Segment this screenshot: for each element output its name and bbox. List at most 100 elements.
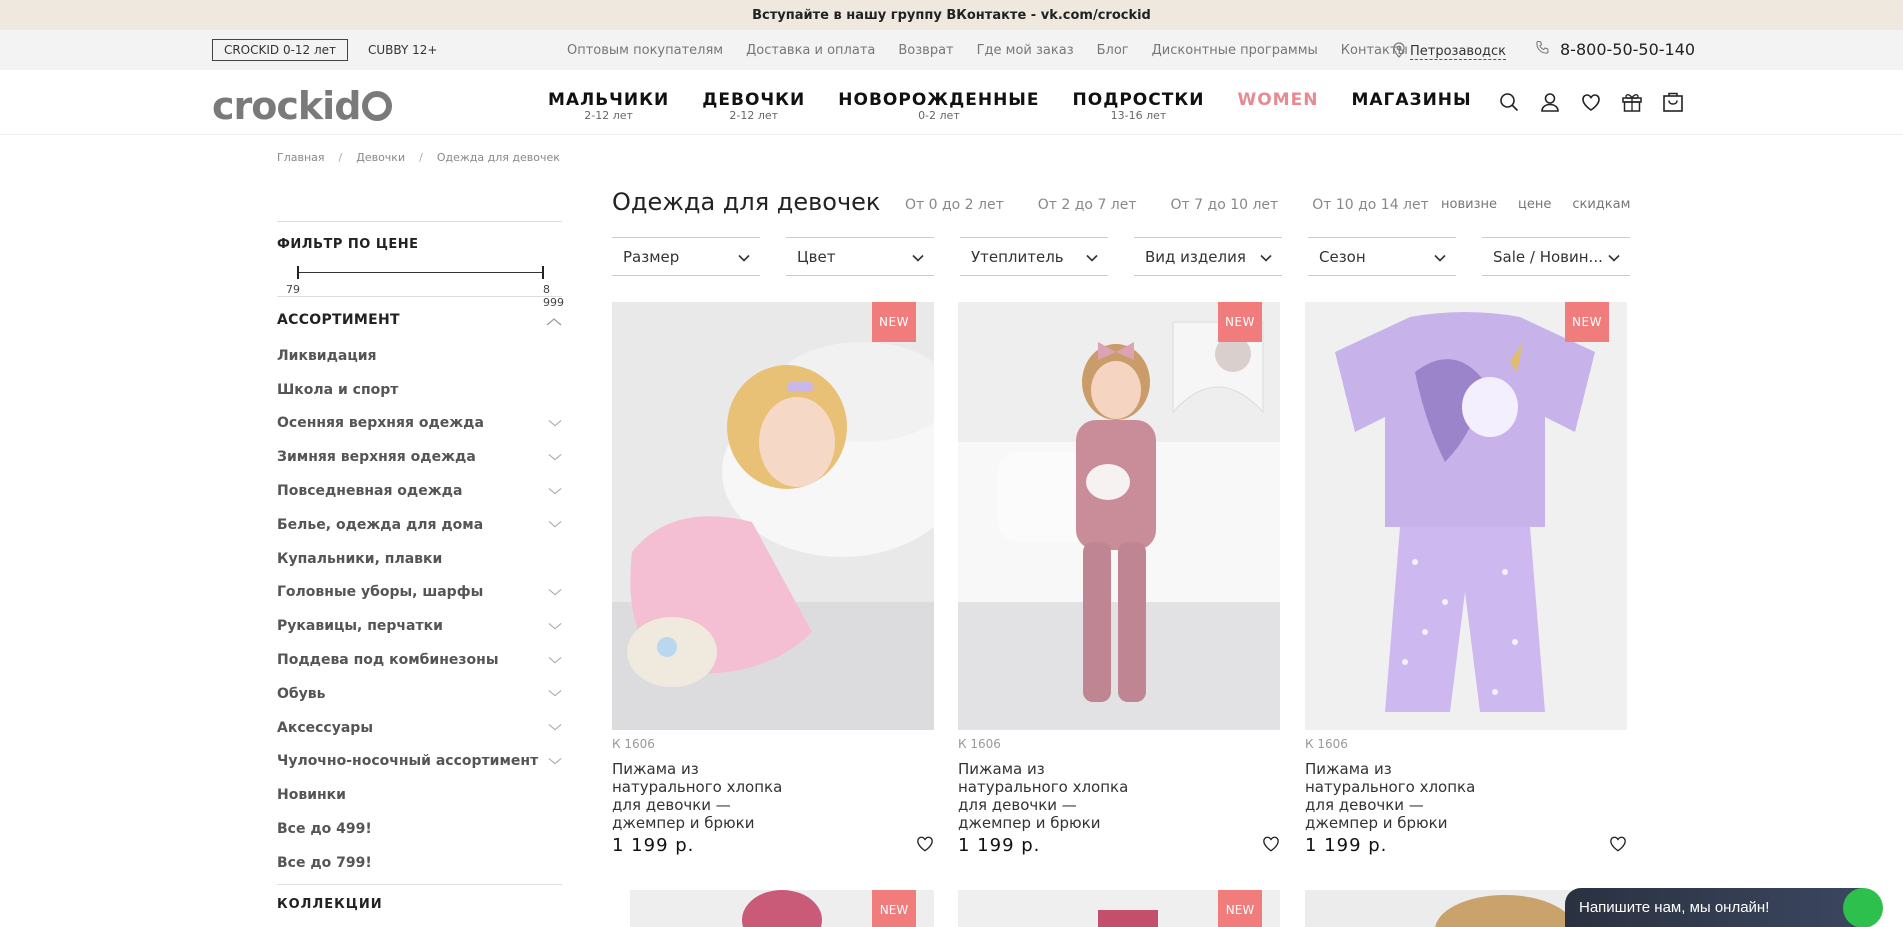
product-card[interactable]: NEW К 1606 Пижама из натурального хлопка… (1305, 302, 1627, 856)
promo-text[interactable]: Вступайте в нашу группу ВКонтакте - vk.c… (752, 8, 1151, 23)
slider-handle-max[interactable] (542, 266, 544, 279)
heart-icon[interactable] (1579, 90, 1602, 113)
nav-item-newborns[interactable]: НОВОРОЖДЕННЫЕ 0-2 лет (838, 90, 1039, 122)
sidebar-category[interactable]: Ликвидация (277, 339, 562, 373)
favorite-heart-icon[interactable] (1609, 835, 1627, 856)
filter-dropdown[interactable]: Цвет (786, 237, 934, 276)
user-icon[interactable] (1538, 90, 1561, 113)
sidebar-category[interactable]: Новинки (277, 778, 562, 812)
product-card-partial[interactable]: NEW (612, 890, 934, 927)
breadcrumb-home[interactable]: Главная (277, 151, 325, 164)
search-icon[interactable] (1497, 90, 1520, 113)
brand-tab-cubby[interactable]: CUBBY 12+ (368, 39, 437, 61)
nav-item-girls[interactable]: ДЕВОЧКИ 2-12 лет (702, 90, 805, 122)
sort-by-newest[interactable]: новизне (1441, 197, 1497, 212)
phone[interactable]: 8-800-50-50-140 (1535, 40, 1695, 59)
chevron-down-icon (912, 248, 924, 266)
breadcrumb-girls[interactable]: Девочки (356, 151, 405, 164)
age-filter-0-2[interactable]: От 0 до 2 лет (905, 197, 1004, 213)
filter-dropdown[interactable]: Размер (612, 237, 760, 276)
age-filter-7-10[interactable]: От 7 до 10 лет (1171, 197, 1279, 213)
top-link-discounts[interactable]: Дисконтные программы (1152, 43, 1318, 58)
top-link-order-tracking[interactable]: Где мой заказ (977, 43, 1074, 58)
nav-item-women[interactable]: WOMEN (1237, 90, 1318, 122)
top-link-returns[interactable]: Возврат (898, 43, 953, 58)
chevron-down-icon[interactable] (548, 585, 562, 599)
sidebar-category[interactable]: Головные уборы, шарфы (277, 576, 562, 610)
cart-bag-icon[interactable] (1661, 90, 1684, 113)
gift-icon[interactable] (1620, 90, 1643, 113)
chevron-down-icon[interactable] (548, 754, 562, 768)
assortment-header[interactable]: АССОРТИМЕНТ (277, 311, 562, 329)
top-links: Оптовым покупателям Доставка и оплата Во… (567, 30, 1431, 70)
filter-dropdown[interactable]: Утеплитель (960, 237, 1108, 276)
divider (277, 221, 562, 222)
breadcrumb-separator: / (338, 151, 343, 164)
top-link-blog[interactable]: Блог (1097, 43, 1129, 58)
sort-by-discount[interactable]: скидкам (1572, 197, 1630, 212)
chevron-down-icon[interactable] (548, 416, 562, 430)
main-header: crockid МАЛЬЧИКИ 2-12 лет ДЕВОЧКИ 2-12 л… (0, 70, 1903, 135)
chevron-down-icon[interactable] (548, 484, 562, 498)
product-card-partial[interactable]: NEW (958, 890, 1280, 927)
sidebar-category[interactable]: Поддева под комбинезоны (277, 643, 562, 677)
location-pin-icon (1393, 42, 1405, 62)
nav-item-stores[interactable]: МАГАЗИНЫ (1351, 90, 1471, 122)
sidebar-category[interactable]: Чулочно-носочный ассортимент (277, 745, 562, 779)
sidebar-category[interactable]: Зимняя верхняя одежда (277, 440, 562, 474)
sidebar-category[interactable]: Повседневная одежда (277, 474, 562, 508)
sidebar-category[interactable]: Купальники, плавки (277, 542, 562, 576)
chevron-down-icon[interactable] (548, 653, 562, 667)
filter-dropdown[interactable]: Сезон (1308, 237, 1456, 276)
favorite-heart-icon[interactable] (916, 835, 934, 856)
product-card[interactable]: NEW К 1606 Пижама из натурального хлопка… (958, 302, 1280, 856)
sidebar-category[interactable]: Аксессуары (277, 711, 562, 745)
sidebar-category[interactable]: Осенняя верхняя одежда (277, 407, 562, 441)
chevron-down-icon[interactable] (548, 518, 562, 532)
phone-number[interactable]: 8-800-50-50-140 (1560, 40, 1695, 59)
nav-item-teens[interactable]: ПОДРОСТКИ 13-16 лет (1073, 90, 1205, 122)
product-image[interactable]: NEW (958, 302, 1280, 730)
product-image[interactable]: NEW (1305, 302, 1627, 730)
price-min-value: 79 (286, 283, 300, 296)
category-label: Ликвидация (277, 347, 377, 364)
nav-item-boys[interactable]: МАЛЬЧИКИ 2-12 лет (548, 90, 669, 122)
product-name[interactable]: Пижама из натурального хлопка для девочк… (612, 760, 792, 832)
online-chat-button[interactable]: Напишите нам, мы онлайн! (1565, 888, 1883, 927)
promo-banner[interactable]: Вступайте в нашу группу ВКонтакте - vk.c… (0, 0, 1903, 30)
collections-title[interactable]: КОЛЛЕКЦИИ (277, 897, 562, 912)
top-link-wholesale[interactable]: Оптовым покупателям (567, 43, 723, 58)
sidebar-category[interactable]: Все до 799! (277, 846, 562, 880)
category-label: Чулочно-носочный ассортимент (277, 753, 539, 770)
chevron-down-icon[interactable] (548, 687, 562, 701)
price-range-slider[interactable]: 79 8 999 (277, 252, 564, 309)
chevron-down-icon[interactable] (548, 721, 562, 735)
sidebar-category[interactable]: Школа и спорт (277, 373, 562, 407)
top-link-delivery[interactable]: Доставка и оплата (746, 43, 875, 58)
sidebar-category[interactable]: Все до 499! (277, 812, 562, 846)
filter-dropdown[interactable]: Вид изделия (1134, 237, 1282, 276)
category-nav: МАЛЬЧИКИ 2-12 лет ДЕВОЧКИ 2-12 лет НОВОР… (548, 90, 1505, 122)
filter-label: Сезон (1319, 247, 1366, 266)
product-name[interactable]: Пижама из натурального хлопка для девочк… (1305, 760, 1485, 832)
sidebar-category[interactable]: Белье, одежда для дома (277, 508, 562, 542)
chevron-down-icon[interactable] (548, 450, 562, 464)
city-name[interactable]: Петрозаводск (1410, 44, 1507, 60)
sidebar-category[interactable]: Рукавицы, перчатки (277, 609, 562, 643)
brand-tab-crockid[interactable]: CROCKID 0-12 лет (212, 39, 348, 61)
breadcrumb-current: Одежда для девочек (436, 151, 560, 164)
age-filter-2-7[interactable]: От 2 до 7 лет (1038, 197, 1137, 213)
product-name[interactable]: Пижама из натурального хлопка для девочк… (958, 760, 1138, 832)
product-image[interactable]: NEW (612, 302, 934, 730)
crockid-logo[interactable]: crockid (212, 84, 393, 128)
sidebar-category[interactable]: Обувь (277, 677, 562, 711)
slider-handle-min[interactable] (297, 266, 299, 279)
filter-dropdown[interactable]: Sale / Новин... (1482, 237, 1630, 276)
age-filter-10-14[interactable]: От 10 до 14 лет (1312, 197, 1429, 213)
sort-by-price[interactable]: цене (1518, 197, 1551, 212)
product-card[interactable]: NEW К 1606 Пижама из натурального хлопка… (612, 302, 934, 856)
chevron-down-icon[interactable] (548, 619, 562, 633)
city-selector[interactable]: Петрозаводск (1393, 42, 1507, 62)
favorite-heart-icon[interactable] (1262, 835, 1280, 856)
chevron-up-icon[interactable] (546, 311, 562, 330)
